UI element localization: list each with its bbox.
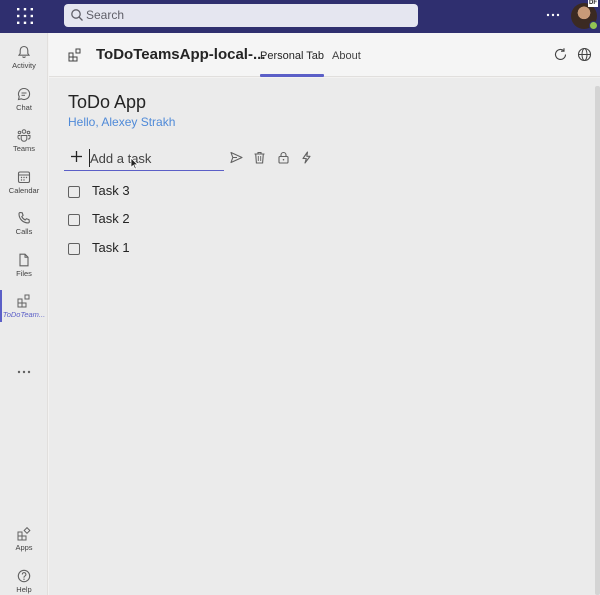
send-icon[interactable] [230,151,243,164]
app-launcher-icon[interactable] [16,7,34,25]
mouse-pointer-icon [130,157,139,170]
rail-label: ToDoTeam... [2,310,46,319]
task-checkbox[interactable] [68,214,80,226]
rail-label: Calendar [8,186,40,195]
task-item: Task 2 [66,210,266,230]
tab-about[interactable]: About [332,50,361,62]
refresh-icon[interactable] [553,47,568,62]
task-item: Task 3 [66,182,266,202]
scrollbar[interactable] [595,86,600,595]
app-title: ToDoTeamsApp-local-... [96,46,266,63]
app-header: ToDoTeamsApp-local-... Personal Tab Abou… [49,33,600,77]
presence-status-icon [589,21,598,30]
rail-label: Help [16,585,32,594]
rail-label: Calls [15,227,33,236]
add-task-input[interactable] [89,149,219,167]
apps-icon [17,527,31,541]
task-label: Task 2 [92,211,130,226]
app-grid-icon [17,294,30,308]
bell-icon [17,45,31,58]
chat-icon [17,87,31,101]
app-grid-icon [68,48,81,62]
plus-icon[interactable] [70,150,83,163]
task-item: Task 1 [66,239,266,259]
search-box[interactable]: Search [64,4,418,27]
more-horizontal-icon[interactable] [545,6,561,22]
more-horizontal-icon[interactable] [14,367,34,377]
rail-label: Teams [12,144,36,153]
avatar-badge: DF [588,0,598,7]
page-title: ToDo App [68,92,147,112]
add-task-row [64,146,224,171]
rail-label: Apps [15,543,33,552]
task-checkbox[interactable] [68,243,80,255]
top-bar: Search DF [0,0,600,33]
calendar-icon [17,171,31,184]
task-label: Task 1 [92,240,130,255]
flash-icon[interactable] [300,151,313,164]
rail-item-teams[interactable]: Teams [0,122,48,162]
rail-item-chat[interactable]: Chat [0,81,48,121]
task-label: Task 3 [92,183,130,198]
rail-item-help[interactable]: Help [0,563,48,595]
tab-personal[interactable]: Personal Tab [260,50,325,77]
help-icon [17,569,31,583]
phone-icon [18,211,30,224]
rail-item-calendar[interactable]: Calendar [0,164,48,204]
rail-label: Activity [12,61,36,70]
rail-item-apps[interactable]: Apps [0,521,48,561]
lock-icon[interactable] [277,151,290,164]
rail-label: Files [16,269,32,278]
rail-item-activity[interactable]: Activity [0,39,48,79]
globe-icon[interactable] [577,47,592,62]
rail-item-todoteams[interactable]: ToDoTeam... [0,288,48,328]
teams-icon [17,129,31,142]
file-icon [19,253,29,267]
left-rail: Activity Chat Teams Calendar Calls Files… [0,33,48,595]
rail-label: Chat [16,103,32,112]
search-icon [71,9,83,21]
search-placeholder: Search [86,8,125,22]
rail-item-calls[interactable]: Calls [0,205,48,245]
task-checkbox[interactable] [68,186,80,198]
rail-item-files[interactable]: Files [0,247,48,287]
greeting-text: Hello, Alexey Strakh [68,115,176,129]
trash-icon[interactable] [253,151,266,164]
